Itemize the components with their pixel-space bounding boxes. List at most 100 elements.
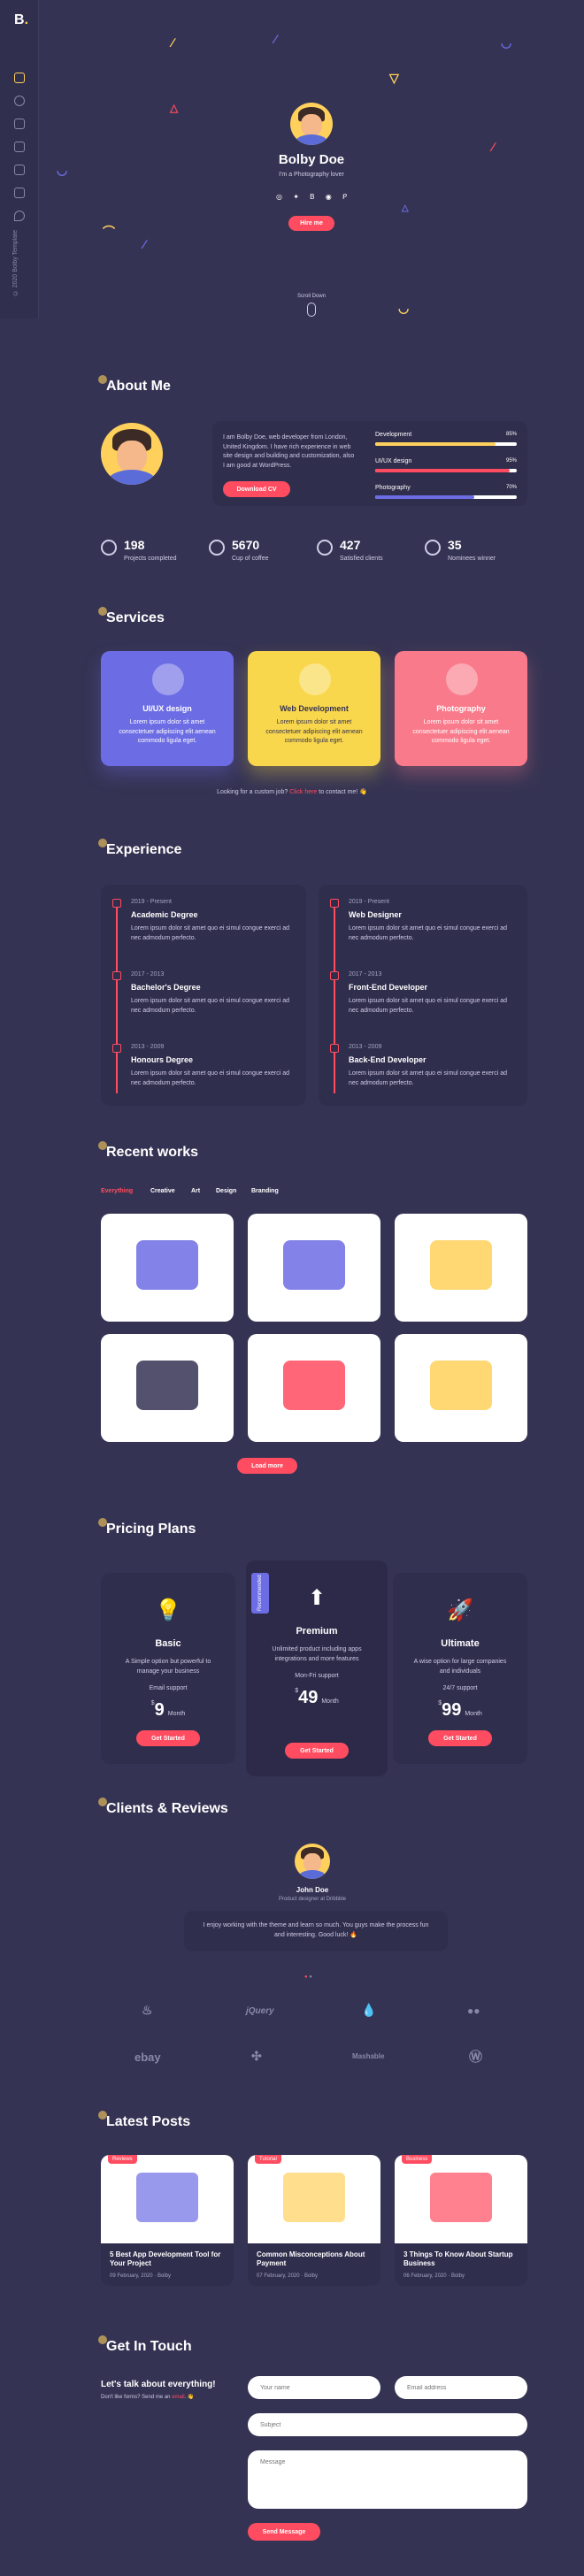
post-author: Bolby (157, 2273, 171, 2279)
experience-item: 2013 - 2009 Honours Degree Lorem ipsum dol… (131, 1044, 290, 1088)
service-desc: Lorem ipsum dolor sit amet consectetuer … (412, 719, 510, 744)
post-tag[interactable]: Reviews (108, 2155, 137, 2164)
skill-row: Photography 70% (375, 485, 517, 506)
work-thumbnail[interactable] (101, 1214, 234, 1322)
message-input[interactable] (248, 2450, 527, 2509)
post-tag[interactable]: Business (402, 2155, 433, 2164)
name-input[interactable] (248, 2376, 380, 2399)
mouse-icon[interactable] (307, 303, 316, 317)
stat-label: Satisfied clients (340, 556, 383, 562)
work-thumbnail[interactable] (395, 1214, 527, 1322)
experience-title: Web Designer (349, 910, 402, 919)
download-cv-button[interactable]: Download CV (223, 481, 290, 497)
subject-input[interactable] (248, 2413, 527, 2436)
decor-shape-icon: ◡ (501, 35, 512, 50)
filter-everything[interactable]: Everything (101, 1188, 133, 1194)
skill-percent: 85% (505, 432, 517, 437)
work-illustration (136, 1240, 198, 1290)
work-illustration (283, 1240, 345, 1290)
experience-icon (112, 1044, 121, 1053)
reviewer-name: John Doe (296, 1886, 329, 1894)
dribbble-icon[interactable]: ◉ (326, 193, 332, 201)
skill-bar-fill (375, 469, 510, 472)
work-thumbnail[interactable] (248, 1214, 380, 1322)
load-more-button[interactable]: Load more (237, 1458, 297, 1474)
experience-desc: Lorem ipsum dolor sit amet quo ei simul … (131, 998, 289, 1014)
work-illustration (430, 1361, 492, 1410)
chat-icon[interactable] (14, 211, 25, 221)
service-desc: Lorem ipsum dolor sit amet consectetuer … (265, 719, 363, 744)
pinterest-icon[interactable]: ᑭ (342, 193, 347, 201)
carousel-dots[interactable]: ● ● (304, 1974, 312, 1980)
skills-list: Development 85% UI/UX design 95% Photography… (375, 432, 517, 511)
post-date: 06 February, 2020 (403, 2273, 447, 2279)
works-title: Recent works (97, 1141, 199, 1160)
experience-title: Honours Degree (131, 1055, 194, 1064)
send-message-button[interactable]: Send Message (248, 2523, 320, 2541)
reviewer-role: Product designer at Dribbble (278, 1897, 347, 1902)
hire-me-button[interactable]: Hire me (288, 216, 334, 231)
experience-item: 2017 - 2013 Front-End Developer Lorem ipsu… (349, 971, 508, 1016)
user-icon[interactable] (14, 96, 25, 106)
post-title[interactable]: 3 Things To Know About Startup Business (403, 2250, 519, 2269)
about-title: About Me (98, 375, 171, 394)
briefcase-icon[interactable] (14, 119, 25, 129)
reviews-title: Clients & Reviews (98, 1798, 228, 1816)
service-card: Photography Lorem ipsum dolor sit amet co… (395, 651, 527, 766)
layers-icon[interactable] (14, 165, 25, 175)
post-illustration (136, 2173, 198, 2222)
hero-tagline: I'm a Photography lover (279, 172, 344, 178)
get-started-button[interactable]: Get Started (136, 1730, 200, 1746)
logo[interactable]: B. (14, 12, 28, 28)
jquery-logo: jQuery (246, 2006, 274, 2016)
stat-number: 35 (448, 538, 462, 552)
instagram-icon[interactable]: ◎ (276, 193, 282, 201)
contact-link[interactable]: Click here (289, 789, 317, 795)
post-card[interactable]: Tutorial Common Misconceptions About Paym… (248, 2155, 380, 2286)
get-started-button[interactable]: Get Started (285, 1743, 349, 1759)
home-icon[interactable] (14, 73, 25, 83)
twitter-icon[interactable]: ✦ (293, 193, 299, 201)
filter-branding[interactable]: Branding (251, 1188, 279, 1194)
email-link[interactable]: email (172, 2395, 184, 2400)
graduation-icon[interactable] (14, 142, 25, 152)
post-title[interactable]: 5 Best App Development Tool for Your Pro… (110, 2250, 225, 2269)
experience-desc: Lorem ipsum dolor sit amet quo ei simul … (349, 1070, 507, 1086)
post-card[interactable]: Business 3 Things To Know About Startup B… (395, 2155, 527, 2286)
post-image: Tutorial (248, 2155, 380, 2243)
experience-date: 2013 - 2009 (349, 1044, 382, 1050)
pricing-title: Pricing Plans (97, 1518, 196, 1537)
filter-creative[interactable]: Creative (150, 1188, 175, 1194)
work-thumbnail[interactable] (395, 1334, 527, 1442)
email-input[interactable] (395, 2376, 527, 2399)
about-avatar (101, 423, 163, 485)
service-icon (446, 663, 478, 695)
post-tag[interactable]: Tutorial (255, 2155, 281, 2164)
work-thumbnail[interactable] (248, 1334, 380, 1442)
filter-art[interactable]: Art (191, 1188, 200, 1194)
recommended-badge: Recommended (251, 1573, 269, 1614)
copyright: © 2020 Bolby Template (12, 230, 19, 296)
service-name: Photography (436, 704, 486, 713)
service-name: Web Development (280, 704, 349, 713)
stat-icon (425, 540, 441, 556)
wordpress-icon: Ⓦ (469, 2050, 483, 2065)
post-title[interactable]: Common Misconceptions About Payment (257, 2250, 372, 2269)
experience-desc: Lorem ipsum dolor sit amet quo ei simul … (131, 925, 289, 941)
reviewer-avatar (295, 1844, 330, 1879)
note-icon[interactable] (14, 188, 25, 198)
work-illustration (430, 1240, 492, 1290)
posts-title: Latest Posts (97, 2111, 191, 2129)
avatar (290, 103, 333, 145)
work-thumbnail[interactable] (101, 1334, 234, 1442)
filter-design[interactable]: Design (216, 1188, 236, 1194)
skill-percent: 95% (505, 458, 517, 464)
stat-number: 427 (340, 538, 361, 552)
experience-icon (112, 899, 121, 908)
skill-bar-fill (375, 442, 496, 446)
work-illustration (283, 1361, 345, 1410)
post-card[interactable]: Reviews 5 Best App Development Tool for Y… (101, 2155, 234, 2286)
get-started-button[interactable]: Get Started (428, 1730, 492, 1746)
plan-support: Mon-Fri support (295, 1673, 339, 1679)
behance-icon[interactable]: B (310, 193, 314, 201)
